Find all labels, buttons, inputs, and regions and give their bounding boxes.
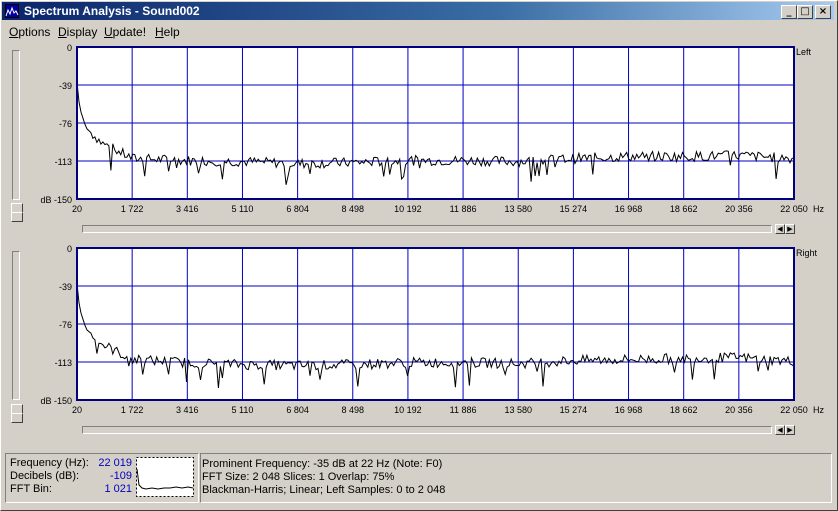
x-tick-label: 15 274 bbox=[560, 405, 588, 415]
x-unit-label: Hz bbox=[813, 405, 824, 415]
x-tick-label: 5 110 bbox=[232, 204, 254, 214]
mini-spectrum-preview bbox=[136, 457, 194, 497]
y-tick-label: -76 bbox=[59, 320, 72, 330]
decibels-value: -109 bbox=[109, 470, 132, 482]
x-tick-label: 6 804 bbox=[286, 405, 309, 415]
frequency-label: Frequency (Hz): bbox=[10, 457, 89, 469]
frequency-value: 22 019 bbox=[98, 457, 132, 469]
y-tick-label: -76 bbox=[59, 119, 72, 129]
x-tick-label: 10 192 bbox=[394, 204, 422, 214]
decibels-label: Decibels (dB): bbox=[10, 470, 80, 482]
x-tick-label: 20 bbox=[72, 204, 82, 214]
x-tick-label: 13 580 bbox=[504, 204, 532, 214]
x-tick-label: 11 886 bbox=[450, 204, 477, 214]
x-tick-label: 3 416 bbox=[176, 405, 199, 415]
x-tick-label: 18 662 bbox=[670, 204, 698, 214]
y-tick-label: dB -150 bbox=[40, 195, 72, 205]
x-tick-label: 20 356 bbox=[725, 204, 753, 214]
x-tick-label: 20 356 bbox=[725, 405, 753, 415]
bottom-horizontal-scrollbar[interactable] bbox=[82, 426, 772, 434]
fft-bin-label: FFT Bin: bbox=[10, 483, 52, 495]
channel-label-top: Left bbox=[796, 47, 812, 57]
x-tick-label: 3 416 bbox=[176, 204, 199, 214]
x-tick-label: 10 192 bbox=[394, 405, 422, 415]
x-tick-label: 22 050 bbox=[780, 405, 808, 415]
x-tick-label: 8 498 bbox=[342, 204, 365, 214]
y-tick-label: 0 bbox=[67, 43, 72, 53]
x-tick-label: 22 050 bbox=[780, 204, 808, 214]
x-tick-label: 20 bbox=[72, 405, 82, 415]
y-tick-label: -113 bbox=[55, 358, 72, 368]
bottom-scroll-left-button[interactable]: ◀ bbox=[775, 425, 785, 435]
window-settings-text: Blackman-Harris; Linear; Left Samples: 0… bbox=[202, 484, 446, 496]
x-unit-label: Hz bbox=[813, 204, 824, 214]
y-tick-label: 0 bbox=[67, 244, 72, 254]
x-tick-label: 1 722 bbox=[121, 405, 144, 415]
prominent-frequency-text: Prominent Frequency: -35 dB at 22 Hz (No… bbox=[202, 458, 443, 470]
channel-label-bottom: Right bbox=[796, 248, 818, 258]
x-tick-label: 15 274 bbox=[560, 204, 588, 214]
fft-bin-value: 1 021 bbox=[104, 483, 132, 495]
spectrum-charts: 0-39-76-113dB -15020 1 722 3 416 5 110 6 804… bbox=[40, 43, 824, 415]
top-scroll-left-button[interactable]: ◀ bbox=[775, 224, 785, 234]
x-tick-label: 1 722 bbox=[121, 204, 144, 214]
y-tick-label: -39 bbox=[59, 282, 72, 292]
y-tick-label: dB -150 bbox=[40, 396, 72, 406]
top-horizontal-scrollbar[interactable] bbox=[82, 225, 772, 233]
y-tick-label: -39 bbox=[59, 81, 72, 91]
x-tick-label: 5 110 bbox=[232, 405, 254, 415]
status-area: Frequency (Hz): 22 019 Decibels (dB): -1… bbox=[2, 449, 834, 507]
x-tick-label: 6 804 bbox=[286, 204, 309, 214]
x-tick-label: 13 580 bbox=[504, 405, 532, 415]
x-tick-label: 11 886 bbox=[450, 405, 477, 415]
x-tick-label: 16 968 bbox=[615, 405, 643, 415]
x-tick-label: 18 662 bbox=[670, 405, 698, 415]
bottom-scroll-right-button[interactable]: ▶ bbox=[785, 425, 795, 435]
top-scroll-right-button[interactable]: ▶ bbox=[785, 224, 795, 234]
x-tick-label: 16 968 bbox=[615, 204, 643, 214]
y-tick-label: -113 bbox=[55, 157, 72, 167]
x-tick-label: 8 498 bbox=[342, 405, 365, 415]
fft-settings-text: FFT Size: 2 048 Slices: 1 Overlap: 75% bbox=[202, 471, 395, 483]
